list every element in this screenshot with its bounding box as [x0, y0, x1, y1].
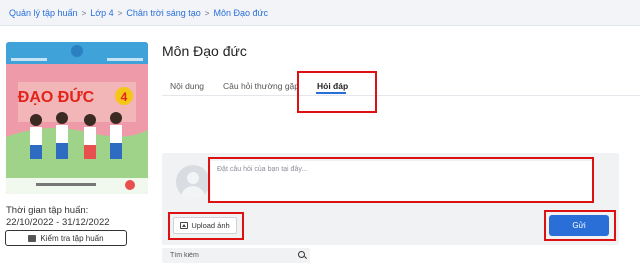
upload-image-button[interactable]: Upload ảnh — [173, 217, 237, 234]
send-button[interactable]: Gửi — [549, 215, 609, 236]
tab-content[interactable]: Nội dung — [170, 81, 204, 91]
check-training-button[interactable]: Kiểm tra tập huấn — [5, 230, 127, 246]
search-icon[interactable] — [298, 251, 305, 258]
training-period-label: Thời gian tập huấn: — [6, 205, 89, 216]
breadcrumb-separator: > — [204, 9, 210, 18]
tab-faq[interactable]: Câu hỏi thường gặp — [223, 81, 299, 91]
breadcrumb-item-grade[interactable]: Lớp 4 — [90, 8, 113, 18]
page-title: Môn Đạo đức — [162, 43, 247, 59]
search-input[interactable] — [162, 248, 310, 263]
upload-image-label: Upload ảnh — [191, 221, 230, 230]
clipboard-icon — [28, 234, 37, 242]
book-cover-illustration: ĐẠO ĐỨC 4 — [6, 42, 148, 194]
active-tab-indicator — [316, 92, 346, 94]
question-input[interactable] — [211, 161, 592, 201]
tab-bar: Nội dung Câu hỏi thường gặp Hỏi đáp — [162, 76, 640, 96]
breadcrumb-item-training[interactable]: Quản lý tập huấn — [9, 8, 78, 18]
book-cover-grade: 4 — [121, 90, 128, 104]
book-cover-title: ĐẠO ĐỨC — [18, 87, 95, 106]
breadcrumb-separator: > — [117, 9, 123, 18]
tab-qa[interactable]: Hỏi đáp — [317, 81, 348, 91]
avatar — [176, 165, 210, 199]
image-icon — [180, 222, 189, 229]
breadcrumb: Quản lý tập huấn > Lớp 4 > Chân trời sáng tạ… — [0, 0, 640, 26]
check-training-label: Kiểm tra tập huấn — [40, 233, 104, 243]
breadcrumb-item-series[interactable]: Chân trời sáng tạo — [126, 8, 200, 18]
breadcrumb-separator: > — [81, 9, 87, 18]
book-cover-image: ĐẠO ĐỨC 4 — [6, 42, 148, 194]
breadcrumb-item-subject[interactable]: Môn Đạo đức — [213, 8, 268, 18]
training-period-value: 22/10/2022 - 31/12/2022 — [6, 217, 110, 228]
